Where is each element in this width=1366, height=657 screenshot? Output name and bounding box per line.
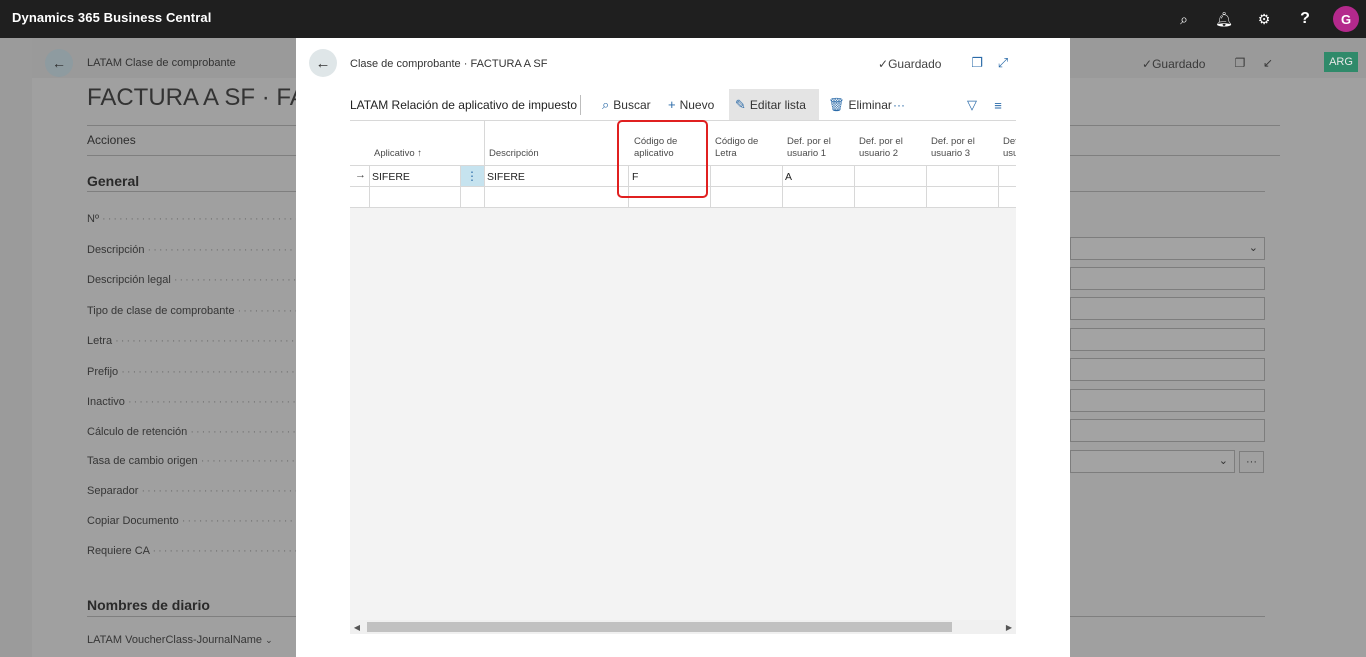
input-field [1070,389,1265,412]
field-label: Copiar Documento ·······················… [87,515,297,527]
field-label: Descripción ····························… [87,244,297,256]
current-row-arrow-icon: → [355,169,366,181]
field-label: Prefijo ································… [87,366,297,378]
top-bar: Dynamics 365 Business Central ⌕ 🔔︎ ⚙ ? G [0,0,1366,38]
help-icon[interactable]: ? [1295,9,1315,29]
modal-breadcrumb: Clase de comprobante · FACTURA A SF [350,58,548,70]
gear-icon[interactable]: ⚙ [1254,9,1274,29]
more-options-button[interactable]: ··· [887,89,911,120]
column-header-def-usuario-4[interactable]: Def. por el usuario 4 [998,121,1016,166]
edit-list-button[interactable]: ✎ Editar lista [729,89,819,120]
divider [580,95,581,115]
cell-codigo-letra[interactable] [710,166,782,186]
grid-header: Aplicativo ↑ Descripción Código de aplic… [350,121,1016,166]
cell-descripcion[interactable]: SIFERE [484,166,628,186]
list-view-icon[interactable]: ≡ [989,96,1007,114]
open-in-new-window-icon: ❐ [1234,56,1246,70]
actions-menu: Acciones [87,133,136,147]
journal-name-field: LATAM VoucherClass-JournalName ⌄ [87,634,273,646]
column-divider [369,166,370,208]
cell-def-usuario-3[interactable] [926,166,998,186]
cell-codigo-aplicativo[interactable]: F [629,166,710,186]
field-label: Tasa de cambio origen ··················… [87,455,297,467]
list-title: LATAM Relación de aplicativo de impuesto [350,98,578,112]
table-row-empty[interactable] [350,187,1016,208]
cell-def-usuario-4[interactable] [998,166,1016,186]
column-header-codigo-aplicativo[interactable]: Código de aplicativo [629,121,710,166]
search-button[interactable]: ⌕ Buscar [596,89,657,120]
breadcrumb: LATAM Clase de comprobante [87,57,236,69]
column-header-def-usuario-1[interactable]: Def. por el usuario 1 [782,121,854,166]
edit-list-icon: ✎ [735,96,746,112]
column-header-def-usuario-3[interactable]: Def. por el usuario 3 [926,121,998,166]
chevron-down-icon: ⌄ [1218,455,1228,467]
field-label: Cálculo de retención ···················… [87,426,297,438]
field-label: Nº ··································· [87,213,297,225]
page-title: FACTURA A SF · FACTURA A SF [87,84,297,111]
cell-aplicativo[interactable]: SIFERE [369,166,460,186]
input-field [1070,419,1265,442]
collapse-icon: ↙ [1262,56,1274,70]
back-button[interactable]: ← [309,49,337,77]
column-divider [484,121,485,166]
column-header-def-usuario-2[interactable]: Def. por el usuario 2 [854,121,926,166]
column-header-descripcion[interactable]: Descripción [484,121,628,166]
input-field [1070,267,1265,290]
data-grid: Aplicativo ↑ Descripción Código de aplic… [350,121,1016,634]
column-divider [926,166,927,208]
dropdown-field: ⌄ [1070,237,1265,260]
scroll-left-icon[interactable]: ◀ [350,620,364,634]
chevron-down-icon: ⌄ [1248,242,1258,254]
filter-icon[interactable]: ▽ [963,96,981,114]
expand-icon[interactable]: ⤢ [994,54,1012,72]
lookup-button: ··· [1239,451,1264,473]
trash-icon: 🗑︎ [828,96,845,112]
column-divider [998,166,999,208]
open-in-new-window-icon[interactable]: ❐ [968,54,986,72]
column-divider [484,166,485,208]
column-header-codigo-letra[interactable]: Código de Letra [710,121,782,166]
input-field [1070,297,1265,320]
list-toolbar: LATAM Relación de aplicativo de impuesto… [350,89,1016,121]
scrollbar-thumb[interactable] [367,622,952,632]
column-divider [782,166,783,208]
dropdown-field: ⌄ [1070,450,1235,473]
column-divider [710,166,711,208]
cell-def-usuario-2[interactable] [854,166,926,186]
saved-status: ✓Guardado [1142,57,1206,71]
section-general: General [87,173,140,189]
column-divider [460,166,461,208]
bell-icon[interactable]: 🔔︎ [1214,9,1234,29]
row-actions-button[interactable]: ⋮ [460,166,484,186]
field-label: Inactivo ·······························… [87,396,297,408]
column-divider [854,166,855,208]
company-badge: ARG [1324,52,1358,72]
new-button[interactable]: + Nuevo [662,89,720,120]
field-label: Tipo de clase de comprobante ···········… [87,305,297,317]
input-field [1070,358,1265,381]
back-arrow-icon: ← [315,54,331,72]
section-journal-names: Nombres de diario [87,597,210,613]
field-label: Requiere CA ····························… [87,545,297,557]
column-divider [628,166,629,208]
horizontal-scrollbar[interactable]: ◀ ▶ [350,620,1016,634]
field-label: Descripción legal ······················… [87,274,297,286]
table-row[interactable]: → SIFERE ⋮ SIFERE F A [350,166,1016,187]
field-label: Letra ··································… [87,335,297,347]
plus-icon: + [668,97,676,112]
avatar[interactable]: G [1333,6,1359,32]
input-field [1070,328,1265,351]
field-label: Separador ······························… [87,485,297,497]
search-icon[interactable]: ⌕ [1174,9,1194,29]
scroll-right-icon[interactable]: ▶ [1002,620,1016,634]
column-header-aplicativo[interactable]: Aplicativo ↑ [369,121,460,166]
tax-application-modal: ← Clase de comprobante · FACTURA A SF ✓G… [296,38,1070,657]
app-title[interactable]: Dynamics 365 Business Central [12,10,211,25]
back-arrow-icon: ← [45,49,73,77]
saved-status: ✓Guardado [878,57,942,71]
search-icon: ⌕ [602,96,610,112]
cell-def-usuario-1[interactable]: A [782,166,854,186]
